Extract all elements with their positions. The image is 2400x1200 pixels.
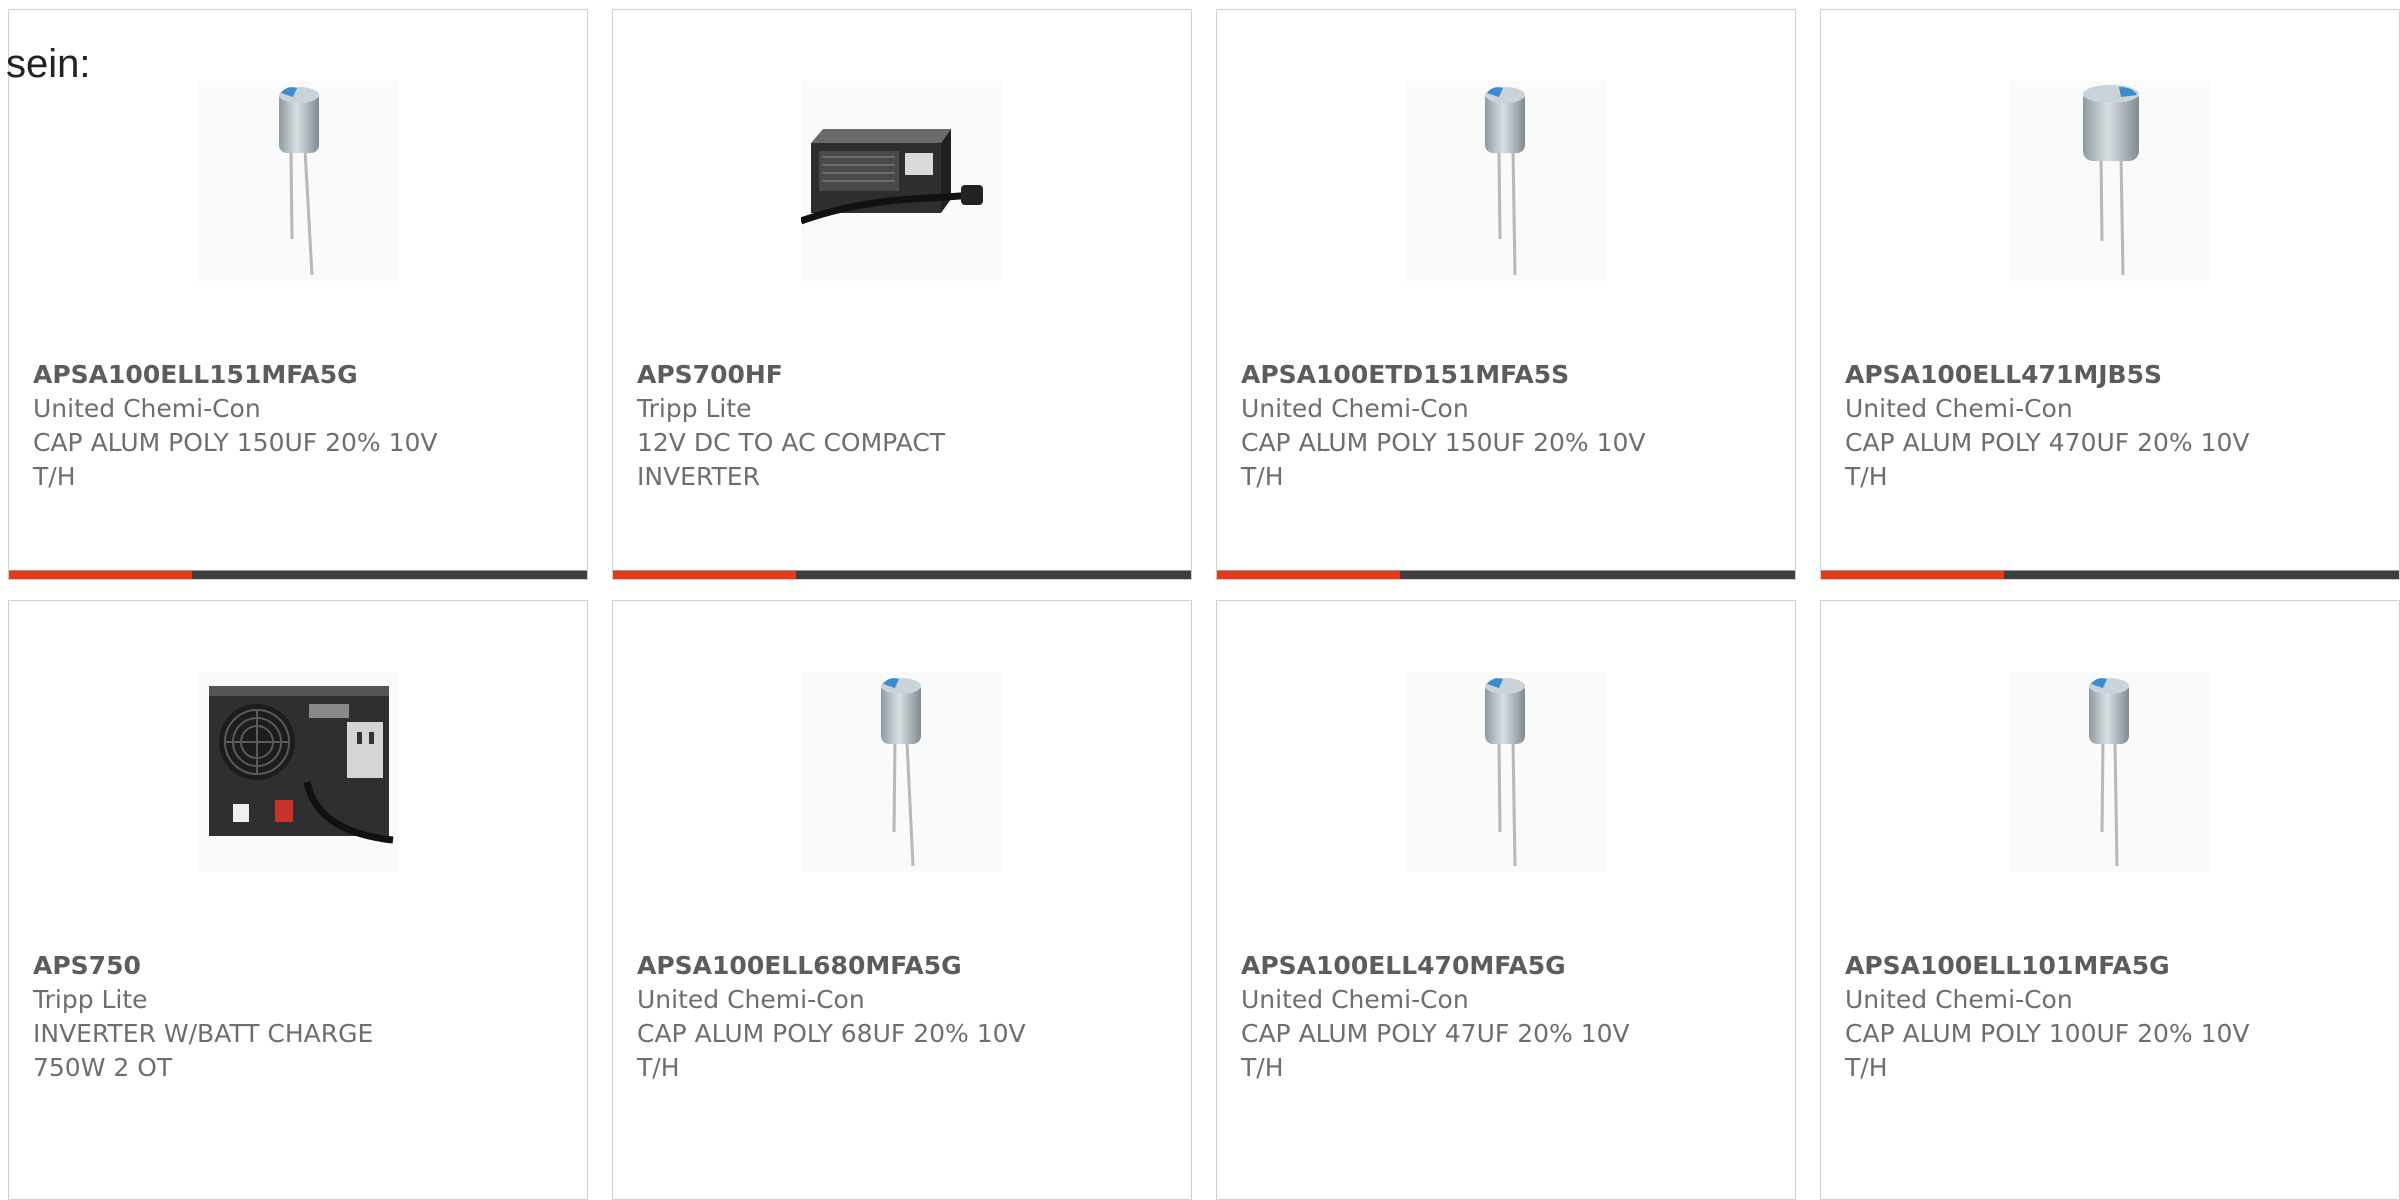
card-accent-bar xyxy=(9,571,192,579)
card-bottom-bar xyxy=(1217,570,1795,579)
capacitor-image[interactable] xyxy=(1405,81,1605,281)
product-card[interactable]: APSA100ELL151MFA5G United Chemi-Con CAP … xyxy=(8,9,588,580)
product-card[interactable]: APSA100ELL680MFA5G United Chemi-Con CAP … xyxy=(612,600,1192,1200)
capacitor-image[interactable] xyxy=(1405,672,1605,872)
description-line-2: INVERTER xyxy=(637,462,760,491)
description-line-1: INVERTER W/BATT CHARGE xyxy=(33,1019,374,1048)
description-line-1: CAP ALUM POLY 150UF 20% 10V xyxy=(33,428,438,457)
description-line-1: CAP ALUM POLY 47UF 20% 10V xyxy=(1241,1019,1630,1048)
part-number[interactable]: APSA100ETD151MFA5S xyxy=(1241,358,1775,392)
description-line-1: CAP ALUM POLY 68UF 20% 10V xyxy=(637,1019,1026,1048)
part-number[interactable]: APSA100ELL151MFA5G xyxy=(33,358,567,392)
product-card[interactable]: APSA100ELL471MJB5S United Chemi-Con CAP … xyxy=(1820,9,2400,580)
card-accent-bar xyxy=(1821,571,2004,579)
description-line-1: 12V DC TO AC COMPACT xyxy=(637,428,946,457)
description-line-1: CAP ALUM POLY 150UF 20% 10V xyxy=(1241,428,1646,457)
product-card[interactable]: APSA100ELL470MFA5G United Chemi-Con CAP … xyxy=(1216,600,1796,1200)
manufacturer: United Chemi-Con xyxy=(1845,985,2073,1014)
inverter-image[interactable] xyxy=(801,81,1001,281)
description-line-2: T/H xyxy=(33,462,76,491)
card-bottom-bar xyxy=(613,570,1191,579)
product-card[interactable]: APS750 Tripp Lite INVERTER W/BATT CHARGE… xyxy=(8,600,588,1200)
product-card[interactable]: APSA100ELL101MFA5G United Chemi-Con CAP … xyxy=(1820,600,2400,1200)
description-line-1: CAP ALUM POLY 100UF 20% 10V xyxy=(1845,1019,2250,1048)
description-line-2: T/H xyxy=(1845,462,1888,491)
manufacturer: United Chemi-Con xyxy=(1241,394,1469,423)
capacitor-image[interactable] xyxy=(2009,81,2209,281)
prefix-text: sein: xyxy=(6,42,91,86)
description-line-2: T/H xyxy=(637,1053,680,1082)
manufacturer: United Chemi-Con xyxy=(33,394,261,423)
card-accent-bar xyxy=(613,571,796,579)
card-bottom-bar xyxy=(1821,570,2399,579)
description-line-2: T/H xyxy=(1241,1053,1284,1082)
part-number[interactable]: APSA100ELL470MFA5G xyxy=(1241,949,1775,983)
capacitor-image[interactable] xyxy=(801,672,1001,872)
manufacturer: United Chemi-Con xyxy=(1241,985,1469,1014)
manufacturer: Tripp Lite xyxy=(33,985,148,1014)
description-line-2: 750W 2 OT xyxy=(33,1053,173,1082)
part-number[interactable]: APS700HF xyxy=(637,358,1171,392)
part-number[interactable]: APSA100ELL471MJB5S xyxy=(1845,358,2379,392)
card-accent-bar xyxy=(1217,571,1400,579)
capacitor-image[interactable] xyxy=(2009,672,2209,872)
manufacturer: United Chemi-Con xyxy=(637,985,865,1014)
inverter-charger-image[interactable] xyxy=(197,672,397,872)
description-line-2: T/H xyxy=(1845,1053,1888,1082)
description-line-2: T/H xyxy=(1241,462,1284,491)
product-card[interactable]: APSA100ETD151MFA5S United Chemi-Con CAP … xyxy=(1216,9,1796,580)
capacitor-image[interactable] xyxy=(197,81,397,281)
part-number[interactable]: APSA100ELL101MFA5G xyxy=(1845,949,2379,983)
description-line-1: CAP ALUM POLY 470UF 20% 10V xyxy=(1845,428,2250,457)
product-card[interactable]: APS700HF Tripp Lite 12V DC TO AC COMPACT… xyxy=(612,9,1192,580)
manufacturer: United Chemi-Con xyxy=(1845,394,2073,423)
card-bottom-bar xyxy=(9,570,587,579)
manufacturer: Tripp Lite xyxy=(637,394,752,423)
part-number[interactable]: APSA100ELL680MFA5G xyxy=(637,949,1171,983)
part-number[interactable]: APS750 xyxy=(33,949,567,983)
